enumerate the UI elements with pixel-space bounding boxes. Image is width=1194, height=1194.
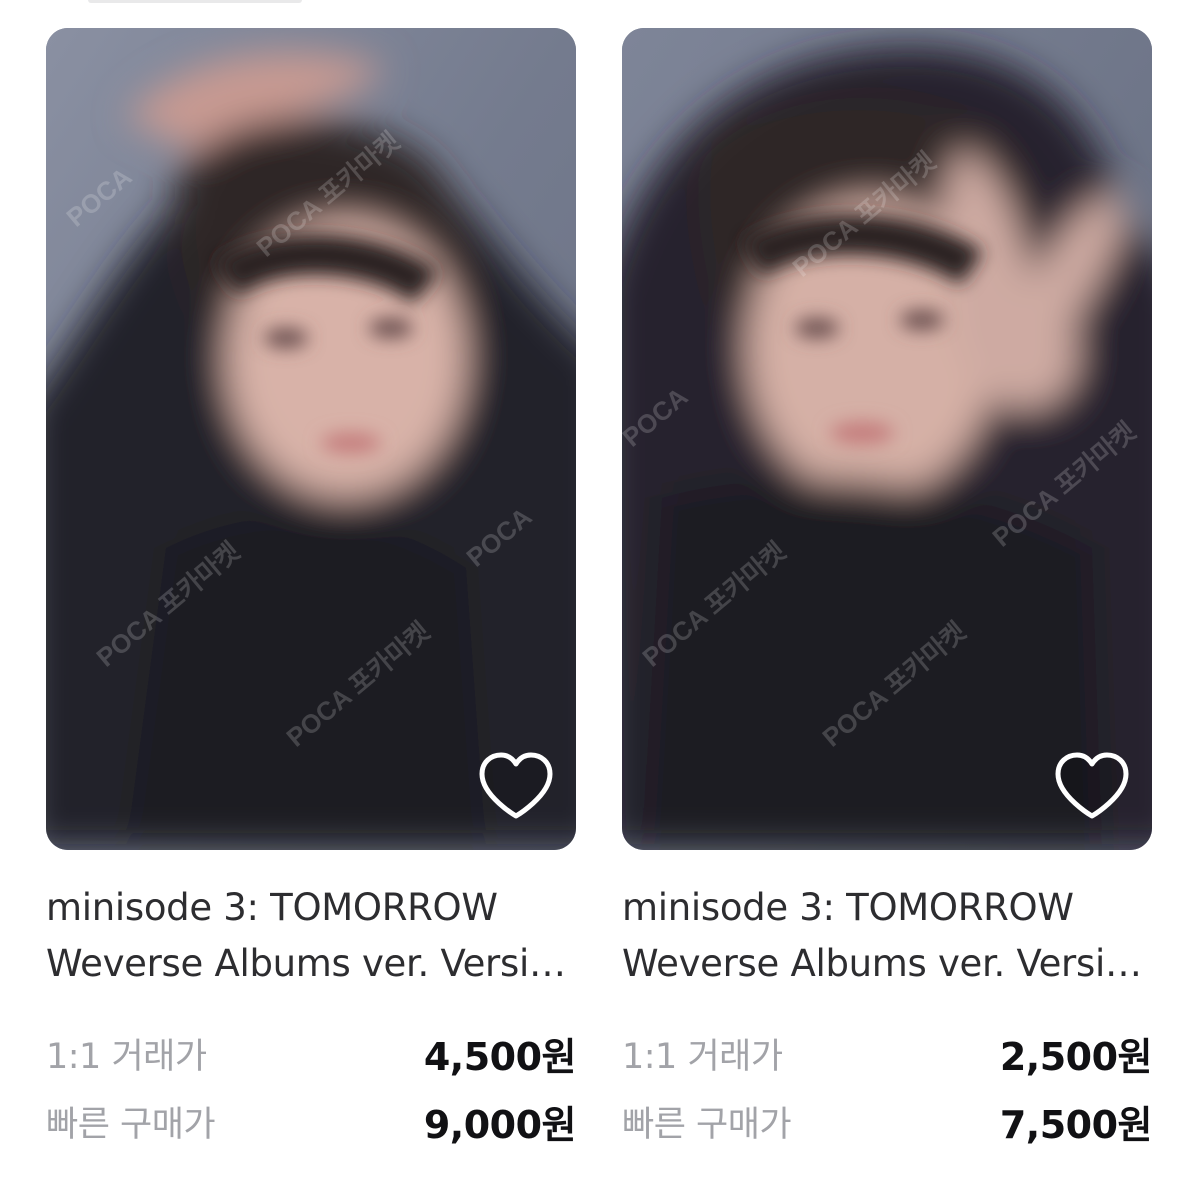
product-title-line1: minisode 3: TOMORROW bbox=[46, 886, 498, 929]
photocard-image[interactable]: POCA 포카마켓 POCA 포카마켓 POCA 포카마켓 POCA POCA bbox=[46, 28, 576, 850]
product-card[interactable]: POCA 포카마켓 POCA 포카마켓 POCA 포카마켓 POCA POCA … bbox=[46, 28, 577, 1158]
price-label: 빠른 구매가 bbox=[46, 1104, 216, 1145]
price-label: 빠른 구매가 bbox=[622, 1104, 792, 1145]
price-row-quick-buy: 빠른 구매가 9,000원 bbox=[46, 1090, 577, 1152]
price-label: 1:1 거래가 bbox=[46, 1036, 207, 1077]
price-value: 4,500원 bbox=[423, 1034, 577, 1079]
price-value: 2,500원 bbox=[999, 1034, 1153, 1079]
price-row-trade: 1:1 거래가 2,500원 bbox=[622, 1022, 1153, 1084]
photocard-image[interactable]: POCA 포카마켓 POCA 포카마켓 POCA 포카마켓 POCA 포카마켓 … bbox=[622, 28, 1152, 850]
price-value: 7,500원 bbox=[999, 1102, 1153, 1147]
product-title-line1: minisode 3: TOMORROW bbox=[622, 886, 1074, 929]
favorite-button[interactable] bbox=[478, 752, 554, 822]
price-value: 9,000원 bbox=[423, 1102, 577, 1147]
photo-illustration: POCA 포카마켓 POCA 포카마켓 POCA 포카마켓 POCA POCA bbox=[46, 28, 576, 850]
price-list: 1:1 거래가 2,500원 빠른 구매가 7,500원 bbox=[622, 1022, 1153, 1152]
product-title-line2: Weverse Albums ver. Versio... bbox=[46, 942, 576, 985]
price-list: 1:1 거래가 4,500원 빠른 구매가 9,000원 bbox=[46, 1022, 577, 1152]
product-card[interactable]: POCA 포카마켓 POCA 포카마켓 POCA 포카마켓 POCA 포카마켓 … bbox=[622, 28, 1153, 1158]
top-divider bbox=[88, 0, 302, 3]
heart-outline-icon bbox=[1055, 752, 1129, 819]
favorite-button[interactable] bbox=[1054, 752, 1130, 822]
price-row-trade: 1:1 거래가 4,500원 bbox=[46, 1022, 577, 1084]
photo-illustration: POCA 포카마켓 POCA 포카마켓 POCA 포카마켓 POCA 포카마켓 … bbox=[622, 28, 1152, 850]
heart-outline-icon bbox=[479, 752, 553, 819]
price-label: 1:1 거래가 bbox=[622, 1036, 783, 1077]
price-row-quick-buy: 빠른 구매가 7,500원 bbox=[622, 1090, 1153, 1152]
product-title-line2: Weverse Albums ver. Versio... bbox=[622, 942, 1152, 985]
